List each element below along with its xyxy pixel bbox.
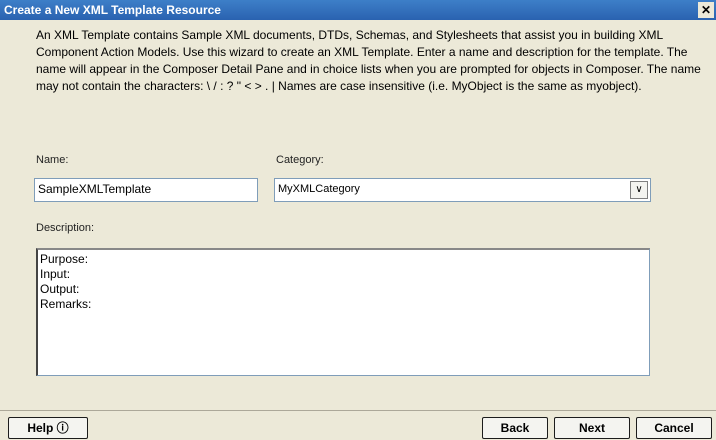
intro-text: An XML Template contains Sample XML docu… <box>36 28 701 93</box>
help-button[interactable]: Help ⓘ <box>8 417 88 439</box>
description-line: Output: <box>40 282 80 296</box>
description-line: Remarks: <box>40 297 92 311</box>
name-label: Name: <box>36 154 69 166</box>
description-line: Input: <box>40 267 71 281</box>
category-select-value: MyXMLCategory <box>278 183 360 195</box>
window-title: Create a New XML Template Resource <box>4 3 221 17</box>
footer-divider <box>0 410 716 411</box>
description-label: Description: <box>36 222 95 234</box>
next-button[interactable]: Next <box>554 417 630 439</box>
name-input[interactable]: SampleXMLTemplate <box>34 178 258 202</box>
title-bar: Create a New XML Template Resource ✕ <box>0 0 716 20</box>
back-button[interactable]: Back <box>482 417 548 439</box>
description-line: Purpose: <box>40 252 89 266</box>
cancel-button[interactable]: Cancel <box>636 417 712 439</box>
chevron-down-icon[interactable]: ∨ <box>630 181 648 199</box>
close-icon[interactable]: ✕ <box>698 2 714 18</box>
description-textarea[interactable]: Purpose: Input: Output: Remarks: <box>36 248 650 376</box>
category-select[interactable]: MyXMLCategory ∨ <box>274 178 651 202</box>
category-label: Category: <box>276 154 324 166</box>
